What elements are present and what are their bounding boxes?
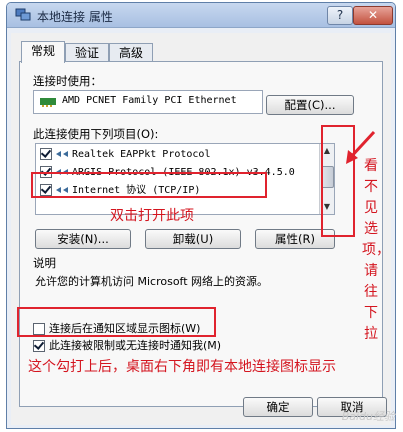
- ok-button[interactable]: 确定: [243, 397, 313, 417]
- list-item-label: Realtek EAPPkt Protocol: [72, 149, 211, 160]
- notify-checkbox[interactable]: [33, 340, 45, 352]
- notify-option[interactable]: 此连接被限制或无连接时通知我(M): [33, 338, 221, 354]
- protocol-icon: [56, 151, 68, 157]
- annotation-bottom-note: 这个勾打上后，桌面右下角即有本地连接图标显示: [28, 359, 336, 375]
- description-heading: 说明: [33, 256, 56, 270]
- list-item[interactable]: Realtek EAPPkt Protocol: [40, 147, 210, 163]
- description-text: 允许您的计算机访问 Microsoft 网络上的资源。: [35, 275, 269, 288]
- tab-advanced[interactable]: 高级: [109, 43, 153, 62]
- connect-using-label: 连接时使用：: [33, 74, 102, 88]
- install-button[interactable]: 安装(N)...: [35, 229, 131, 249]
- adapter-name: AMD PCNET Family PCI Ethernet: [62, 95, 237, 106]
- tab-authentication[interactable]: 验证: [65, 43, 109, 62]
- annotation-double-click: 双击打开此项: [110, 208, 194, 224]
- items-label: 此连接使用下列项目(O):: [33, 127, 159, 141]
- uninstall-button[interactable]: 卸载(U): [145, 229, 241, 249]
- network-connection-icon: [15, 8, 31, 21]
- item-checkbox[interactable]: [40, 148, 52, 160]
- window-title: 本地连接 属性: [37, 10, 113, 24]
- adapter-field: AMD PCNET Family PCI Ethernet: [33, 90, 263, 114]
- highlight-tcpip-item: [31, 172, 267, 198]
- title-bar: 本地连接 属性 ? ✕: [7, 3, 395, 28]
- annotation-scroll-hint: 看不见选项，请往下拉: [362, 158, 390, 342]
- watermark: Baidu经验: [341, 410, 395, 423]
- help-button[interactable]: ?: [327, 6, 353, 25]
- configure-button[interactable]: 配置(C)...: [266, 95, 354, 115]
- network-adapter-icon: [40, 98, 56, 107]
- tab-general[interactable]: 常规: [21, 41, 65, 63]
- close-button[interactable]: ✕: [353, 6, 393, 25]
- notify-label: 此连接被限制或无连接时通知我(M): [49, 339, 222, 352]
- highlight-show-icon-option: [17, 307, 216, 337]
